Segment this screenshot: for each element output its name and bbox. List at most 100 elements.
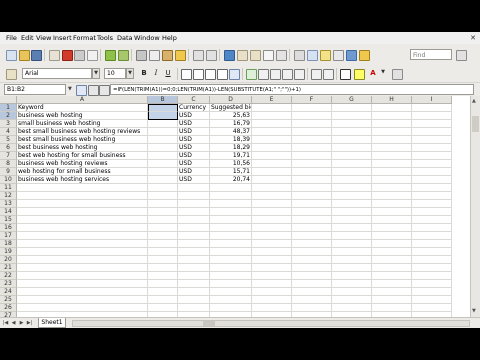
row-header[interactable]: 7 (0, 152, 17, 160)
cell[interactable] (332, 112, 372, 120)
cell[interactable]: 48,37 (210, 128, 252, 136)
cell[interactable] (332, 256, 372, 264)
selected-cell[interactable] (148, 112, 178, 120)
cell[interactable] (178, 232, 210, 240)
print-icon[interactable] (74, 50, 85, 61)
cell[interactable] (332, 168, 372, 176)
selected-cell[interactable] (148, 104, 178, 112)
cell[interactable] (210, 240, 252, 248)
cell[interactable] (178, 224, 210, 232)
cell[interactable] (292, 200, 332, 208)
cell[interactable] (412, 160, 452, 168)
edit-file-icon[interactable] (49, 50, 60, 61)
cell[interactable] (292, 232, 332, 240)
cell[interactable] (412, 184, 452, 192)
cell[interactable] (292, 152, 332, 160)
new-document-icon[interactable] (6, 50, 17, 61)
cell[interactable] (148, 232, 178, 240)
cell[interactable] (412, 120, 452, 128)
cell[interactable] (372, 176, 412, 184)
cell[interactable] (178, 256, 210, 264)
cell[interactable] (332, 264, 372, 272)
horizontal-scrollbar[interactable] (72, 320, 470, 327)
cell[interactable] (252, 128, 292, 136)
cell[interactable] (252, 176, 292, 184)
row-header[interactable]: 9 (0, 168, 17, 176)
cell[interactable] (210, 232, 252, 240)
cell[interactable] (210, 224, 252, 232)
cell[interactable] (332, 136, 372, 144)
cell[interactable] (178, 184, 210, 192)
cell[interactable] (252, 192, 292, 200)
cell[interactable] (292, 144, 332, 152)
cell[interactable] (252, 224, 292, 232)
cell[interactable]: 10,56 (210, 160, 252, 168)
cell[interactable] (412, 152, 452, 160)
cell[interactable] (210, 200, 252, 208)
column-header-b[interactable]: B (148, 96, 178, 104)
next-sheet-icon[interactable]: ▶ (18, 319, 25, 327)
underline-button[interactable]: U (163, 68, 173, 79)
font-name-field[interactable]: Arial (22, 68, 92, 79)
cell[interactable] (412, 112, 452, 120)
toolbar-options-icon[interactable] (392, 69, 403, 80)
borders-icon[interactable] (340, 69, 351, 80)
cell[interactable] (210, 192, 252, 200)
cell[interactable]: USD (178, 152, 210, 160)
row-header[interactable]: 20 (0, 256, 17, 264)
cell[interactable] (372, 272, 412, 280)
cell[interactable] (412, 240, 452, 248)
spellcheck-icon[interactable] (105, 50, 116, 61)
cell[interactable] (372, 248, 412, 256)
cell[interactable] (178, 192, 210, 200)
cell[interactable] (252, 216, 292, 224)
zoom-icon[interactable] (346, 50, 357, 61)
cell[interactable] (292, 208, 332, 216)
column-header-c[interactable]: C (178, 96, 210, 104)
cell[interactable] (17, 216, 148, 224)
column-header-e[interactable]: E (252, 96, 292, 104)
row-header[interactable]: 12 (0, 192, 17, 200)
cell[interactable] (148, 288, 178, 296)
cell[interactable]: 25,63 (210, 112, 252, 120)
row-header[interactable]: 13 (0, 200, 17, 208)
cell[interactable] (292, 280, 332, 288)
cell[interactable] (210, 256, 252, 264)
function-icon[interactable] (99, 85, 110, 96)
cell[interactable] (372, 264, 412, 272)
italic-button[interactable]: I (151, 68, 161, 79)
find-replace-icon[interactable] (294, 50, 305, 61)
cell[interactable] (292, 128, 332, 136)
cell[interactable]: Keyword (17, 104, 148, 112)
scroll-down-icon[interactable]: ▼ (472, 308, 476, 314)
cell[interactable] (292, 296, 332, 304)
cell[interactable] (292, 272, 332, 280)
row-header[interactable]: 4 (0, 128, 17, 136)
cell[interactable] (412, 256, 452, 264)
cell[interactable] (210, 288, 252, 296)
cell[interactable] (17, 280, 148, 288)
cell[interactable] (17, 240, 148, 248)
cell[interactable]: business web hosting reviews (17, 160, 148, 168)
cell[interactable] (372, 168, 412, 176)
cell[interactable] (17, 304, 148, 312)
cell[interactable] (17, 264, 148, 272)
cell[interactable] (292, 168, 332, 176)
cell[interactable] (252, 264, 292, 272)
cell[interactable] (372, 136, 412, 144)
cell[interactable]: Suggested bid (210, 104, 252, 112)
cell[interactable]: Currency (178, 104, 210, 112)
last-sheet-icon[interactable]: ▶| (26, 319, 33, 327)
standard-format-icon[interactable] (270, 69, 281, 80)
open-folder-icon[interactable] (19, 50, 30, 61)
cell[interactable] (412, 104, 452, 112)
cell[interactable] (372, 280, 412, 288)
currency-format-icon[interactable] (246, 69, 257, 80)
cell[interactable] (17, 200, 148, 208)
menu-view[interactable]: View (36, 32, 51, 44)
cell[interactable] (372, 160, 412, 168)
cell[interactable] (372, 240, 412, 248)
cell[interactable] (17, 232, 148, 240)
previous-sheet-icon[interactable]: ◀ (10, 319, 17, 327)
column-header-d[interactable]: D (210, 96, 252, 104)
